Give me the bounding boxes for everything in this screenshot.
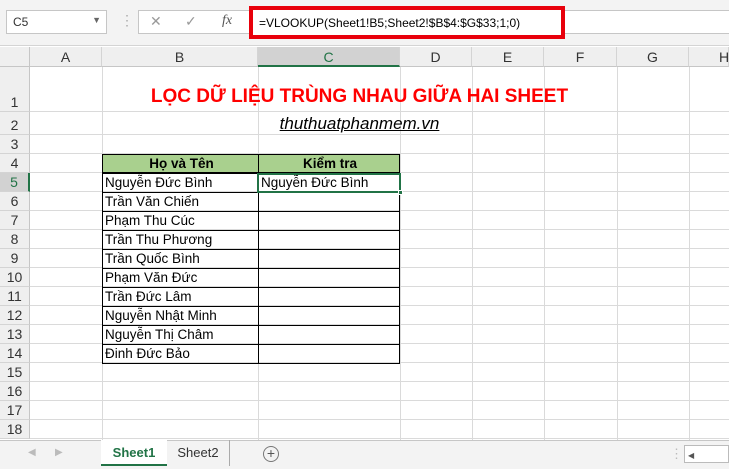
gridline [30,134,729,135]
row-header-15[interactable]: 15 [0,363,30,382]
gridline [30,400,729,401]
check-cell[interactable] [258,306,400,326]
row-header-14[interactable]: 14 [0,344,30,363]
gridline [30,438,729,439]
column-header-b[interactable]: B [102,47,258,67]
check-cell[interactable] [258,230,400,250]
name-cell[interactable]: Trần Văn Chiến [102,192,259,212]
row-header-18[interactable]: 18 [0,420,30,439]
name-cell[interactable]: Nguyễn Đức Bình [102,173,259,193]
horizontal-scrollbar[interactable]: ◀ [684,445,729,463]
tab-sheet1[interactable]: Sheet1 [101,440,167,466]
gridline [30,111,729,112]
name-cell[interactable]: Trần Thu Phương [102,230,259,250]
column-header-h[interactable]: H [689,47,729,67]
row-header-13[interactable]: 13 [0,325,30,344]
name-cell[interactable]: Phạm Thu Cúc [102,211,259,231]
row-header-1[interactable]: 1 [0,67,30,112]
row-header-4[interactable]: 4 [0,154,30,173]
row-header-3[interactable]: 3 [0,135,30,154]
column-header-e[interactable]: E [472,47,544,67]
add-sheet-icon[interactable]: + [263,446,279,462]
sheet-title: LỌC DỮ LIỆU TRÙNG NHAU GIỮA HAI SHEET [150,86,569,107]
chevron-down-icon[interactable]: ▼ [92,15,101,25]
name-box[interactable]: C5 ▼ [6,10,107,34]
select-all-button[interactable] [0,47,30,67]
column-header-g[interactable]: G [617,47,689,67]
prev-sheet-icon[interactable]: ◀ [28,447,36,458]
row-header-9[interactable]: 9 [0,249,30,268]
row-header-17[interactable]: 17 [0,401,30,420]
row-header-11[interactable]: 11 [0,287,30,306]
next-sheet-icon[interactable]: ▶ [55,447,63,458]
check-cell[interactable] [258,287,400,307]
row-header-10[interactable]: 10 [0,268,30,287]
cancel-icon[interactable]: ✕ [150,13,162,30]
name-cell[interactable]: Trần Quốc Bình [102,249,259,269]
row-header-8[interactable]: 8 [0,230,30,249]
site-link: thuthuatphanmem.vn [279,114,440,133]
row-header-2[interactable]: 2 [0,112,30,135]
name-cell[interactable]: Phạm Văn Đức [102,268,259,288]
gridline [30,419,729,420]
check-cell[interactable] [258,268,400,288]
column-header-d[interactable]: D [400,47,472,67]
check-cell[interactable] [258,192,400,212]
check-cell[interactable] [258,325,400,345]
check-cell[interactable] [258,249,400,269]
fill-handle[interactable] [398,190,403,195]
column-header-f[interactable]: F [544,47,617,67]
formula-input[interactable]: =VLOOKUP(Sheet1!B5;Sheet2!$B$4:$G$33;1;0… [249,6,565,39]
gridline [30,381,729,382]
row-header-16[interactable]: 16 [0,382,30,401]
check-cell[interactable] [258,211,400,231]
column-header-a[interactable]: A [30,47,102,67]
row-header-6[interactable]: 6 [0,192,30,211]
column-header-c[interactable]: C [258,47,400,67]
name-cell[interactable]: Trần Đức Lâm [102,287,259,307]
name-cell[interactable]: Nguyễn Thị Châm [102,325,259,345]
name-box-value: C5 [13,15,29,29]
header-name[interactable]: Họ và Tên [102,154,259,173]
fx-icon[interactable]: fx [222,13,232,29]
name-cell[interactable]: Đinh Đức Bảo [102,344,259,364]
enter-icon[interactable]: ✓ [185,13,197,30]
tab-sheet2[interactable]: Sheet2 [167,440,230,466]
header-check[interactable]: Kiểm tra [258,154,400,173]
row-header-7[interactable]: 7 [0,211,30,230]
row-header-12[interactable]: 12 [0,306,30,325]
gridline [689,67,690,440]
grip-icon: ⋮ [670,446,683,461]
scroll-left-icon[interactable]: ◀ [685,451,694,460]
grip-icon: ⋮ [120,12,134,28]
row-header-5[interactable]: 5 [0,173,30,192]
check-cell[interactable] [258,344,400,364]
active-cell[interactable] [257,173,401,193]
name-cell[interactable]: Nguyễn Nhật Minh [102,306,259,326]
